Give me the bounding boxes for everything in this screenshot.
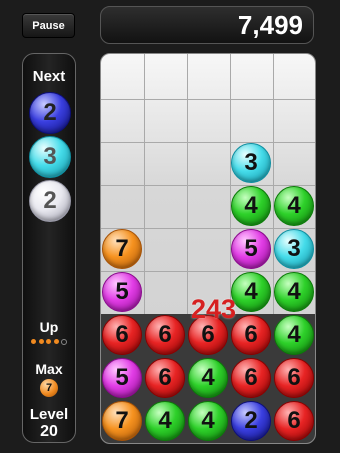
- max-label: Max: [35, 361, 63, 377]
- number-ball: 4: [274, 186, 314, 226]
- number-ball: 4: [145, 401, 185, 441]
- number-ball: 4: [188, 401, 228, 441]
- next-ball: 2: [29, 92, 71, 134]
- grid-line: [101, 228, 315, 229]
- number-ball: 6: [274, 358, 314, 398]
- game-board[interactable]: 3 4 4 7 5 3 5 4 4 6 6 6 6 4 5 6 4 6 6 7 4 4 2 6 243: [100, 53, 316, 444]
- up-progress-dot: [46, 339, 51, 344]
- number-ball: 7: [102, 401, 142, 441]
- up-progress-dot: [31, 339, 36, 344]
- number-ball: 6: [231, 315, 271, 355]
- up-label: Up: [39, 319, 59, 335]
- number-ball: 3: [274, 229, 314, 269]
- level-value: 20: [40, 423, 58, 440]
- score-popup: 243: [191, 294, 237, 324]
- number-ball: 4: [274, 272, 314, 312]
- number-ball: 6: [274, 401, 314, 441]
- number-ball: 4: [231, 186, 271, 226]
- grid-line: [101, 99, 315, 100]
- number-ball: 6: [102, 315, 142, 355]
- grid-line: [101, 142, 315, 143]
- max-ball: 7: [40, 379, 58, 397]
- up-progress-dot: [61, 339, 67, 345]
- grid-line: [101, 185, 315, 186]
- number-ball: 4: [274, 315, 314, 355]
- grid-line: [101, 271, 315, 272]
- side-panel: Next 232 Up Max 7 Level 20: [22, 53, 76, 443]
- number-ball: 4: [188, 358, 228, 398]
- number-ball: 7: [102, 229, 142, 269]
- up-progress-dot: [38, 339, 44, 344]
- up-progress-dot: [53, 339, 59, 344]
- number-ball: 5: [102, 272, 142, 312]
- score-display: 7,499: [100, 6, 314, 44]
- number-ball: 6: [231, 358, 271, 398]
- number-ball: 4: [231, 272, 271, 312]
- number-ball: 6: [145, 315, 185, 355]
- next-ball: 3: [29, 136, 71, 178]
- pause-button[interactable]: Pause: [22, 13, 75, 38]
- up-progress: [31, 339, 67, 345]
- level-label: Level: [29, 406, 69, 423]
- number-ball: 6: [145, 358, 185, 398]
- number-ball: 5: [102, 358, 142, 398]
- number-ball: 5: [231, 229, 271, 269]
- next-ball: 2: [29, 180, 71, 222]
- number-ball: 2: [231, 401, 271, 441]
- next-label: Next: [32, 68, 66, 85]
- number-ball: 3: [231, 143, 271, 183]
